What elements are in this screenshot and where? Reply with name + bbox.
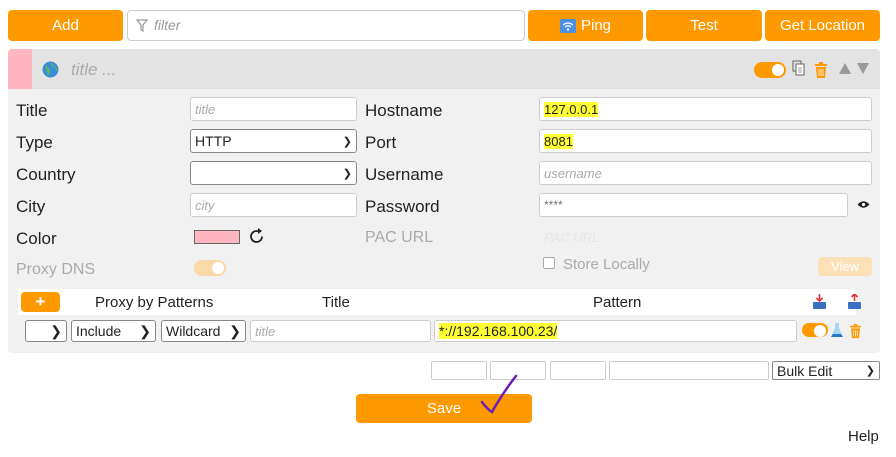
- add-button[interactable]: Add: [8, 10, 123, 41]
- filter-icon: [136, 19, 148, 32]
- move-up-icon[interactable]: [839, 63, 851, 74]
- store-locally-checkbox[interactable]: [543, 257, 555, 269]
- type-label: Type: [16, 133, 53, 152]
- wifi-icon: [559, 18, 576, 33]
- column-title: Title: [322, 294, 350, 311]
- hostname-input[interactable]: 127.0.0.1: [539, 97, 872, 121]
- port-input[interactable]: 8081: [539, 129, 872, 153]
- hostname-value: 127.0.0.1: [544, 101, 599, 117]
- get-location-button[interactable]: Get Location: [765, 10, 880, 41]
- city-label: City: [16, 197, 46, 216]
- chevron-down-icon: ❯: [50, 322, 62, 339]
- hostname-label: Hostname: [365, 101, 443, 120]
- proxy-dns-label: Proxy DNS: [16, 261, 96, 278]
- password-input[interactable]: ****: [539, 193, 848, 217]
- proxy-color-strip: [8, 49, 32, 89]
- import-icon[interactable]: [813, 294, 826, 310]
- filter-input[interactable]: filter: [127, 10, 525, 41]
- checkmark-icon: [480, 374, 518, 414]
- chevron-down-icon: ❯: [342, 135, 352, 148]
- proxy-card: title ... Title title Type HTTP ❯ Country…: [8, 49, 880, 353]
- add-pattern-button[interactable]: +: [21, 292, 60, 312]
- pac-url-label: PAC URL: [365, 229, 434, 246]
- pattern-active-select[interactable]: ❯: [25, 320, 67, 342]
- proxy-dns-toggle[interactable]: [194, 260, 226, 276]
- refresh-icon[interactable]: [247, 227, 266, 246]
- proxy-header[interactable]: title ...: [8, 49, 880, 89]
- ping-button[interactable]: Ping: [528, 10, 643, 41]
- bulk-edit-select[interactable]: Bulk Edit ❯: [772, 361, 880, 380]
- pattern-include-select[interactable]: Include ❯: [71, 320, 156, 342]
- store-locally-label: Store Locally: [563, 256, 650, 273]
- test-button[interactable]: Test: [646, 10, 762, 41]
- type-value: HTTP: [195, 133, 232, 149]
- pattern-type-select[interactable]: Wildcard ❯: [161, 320, 246, 342]
- country-label: Country: [16, 165, 76, 184]
- patterns-header: + Proxy by Patterns Title Pattern: [18, 289, 861, 315]
- column-proxy-by-patterns: Proxy by Patterns: [95, 294, 214, 311]
- chevron-down-icon: ❯: [139, 322, 151, 339]
- delete-icon[interactable]: [814, 62, 828, 79]
- country-select[interactable]: ❯: [190, 161, 357, 185]
- view-button[interactable]: View: [818, 257, 872, 276]
- type-select[interactable]: HTTP ❯: [190, 129, 357, 153]
- pattern-value: *://192.168.100.23/: [439, 323, 558, 339]
- globe-icon: [42, 61, 59, 78]
- delete-pattern-icon[interactable]: [849, 324, 862, 339]
- title-label: Title: [16, 101, 48, 120]
- pattern-active-toggle[interactable]: [802, 323, 828, 337]
- help-link[interactable]: Help: [848, 428, 879, 445]
- chevron-down-icon: ❯: [229, 322, 241, 339]
- username-input[interactable]: username: [539, 161, 872, 185]
- column-pattern: Pattern: [593, 294, 642, 311]
- chevron-down-icon: ❯: [342, 167, 352, 180]
- username-label: Username: [365, 165, 444, 184]
- bottom-input-3[interactable]: [550, 361, 606, 380]
- duplicate-icon[interactable]: [792, 60, 805, 76]
- proxy-title-placeholder[interactable]: title ...: [71, 60, 116, 80]
- pac-url-input[interactable]: PAC URL: [539, 225, 872, 249]
- export-icon[interactable]: [848, 294, 861, 310]
- move-down-icon[interactable]: [857, 63, 869, 74]
- port-value: 8081: [544, 133, 573, 149]
- test-pattern-icon[interactable]: [831, 323, 843, 338]
- port-label: Port: [365, 133, 397, 152]
- title-input[interactable]: title: [190, 97, 357, 121]
- proxy-active-toggle[interactable]: [754, 62, 786, 78]
- password-label: Password: [365, 197, 440, 216]
- pattern-title-input[interactable]: title: [250, 320, 431, 342]
- city-input[interactable]: city: [190, 193, 357, 217]
- ping-label: Ping: [580, 17, 612, 34]
- bottom-input-4[interactable]: [609, 361, 769, 380]
- color-swatch[interactable]: [194, 230, 240, 244]
- bulk-edit-value: Bulk Edit: [777, 362, 833, 379]
- color-label: Color: [16, 229, 57, 248]
- chevron-down-icon: ❯: [865, 365, 875, 377]
- pattern-value-input[interactable]: *://192.168.100.23/: [434, 320, 797, 342]
- eye-icon[interactable]: [857, 200, 870, 209]
- pattern-include-value: Include: [76, 323, 122, 339]
- pattern-type-value: Wildcard: [166, 323, 221, 339]
- filter-placeholder: filter: [154, 17, 181, 33]
